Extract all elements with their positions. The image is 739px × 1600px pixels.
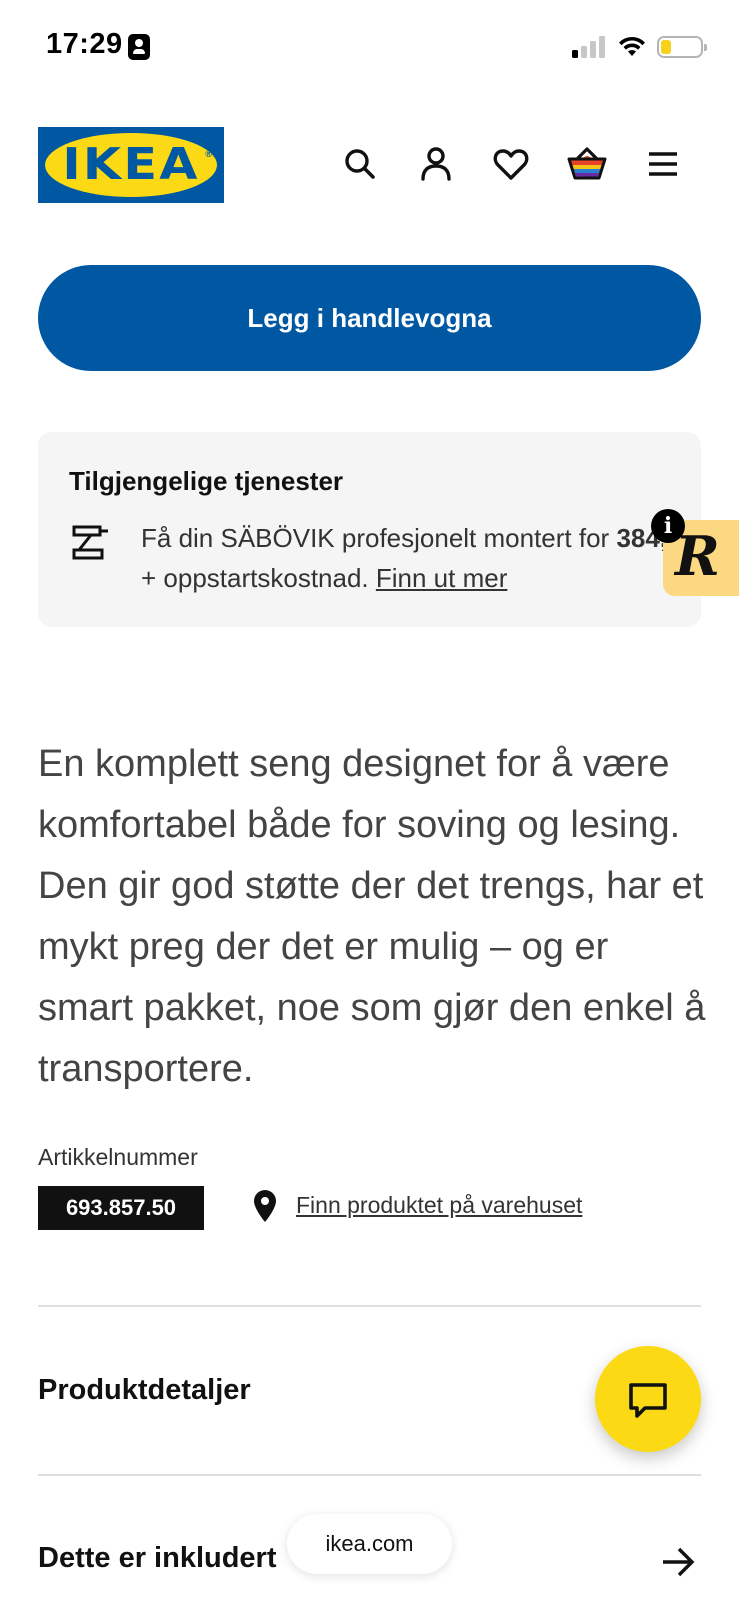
find-in-store-link[interactable]: Finn produktet på varehuset xyxy=(296,1192,582,1219)
article-number-label: Artikkelnummer xyxy=(38,1144,198,1170)
battery-level xyxy=(661,40,671,54)
location-pin-icon xyxy=(250,1189,280,1223)
arrow-right-icon[interactable] xyxy=(660,1545,696,1579)
cellular-signal-icon xyxy=(572,36,606,58)
basket-icon[interactable] xyxy=(564,141,610,187)
learn-more-link[interactable]: Finn ut mer xyxy=(376,563,508,593)
product-details-row[interactable]: Produktdetaljer xyxy=(38,1374,251,1407)
add-to-cart-button[interactable]: Legg i handlevogna xyxy=(38,265,701,371)
ikea-logo[interactable]: IKEA ® xyxy=(38,127,224,203)
browser-url-pill[interactable]: ikea.com xyxy=(287,1514,452,1574)
menu-icon[interactable] xyxy=(640,141,686,187)
article-number-badge: 693.857.50 xyxy=(38,1186,204,1230)
included-items-row[interactable]: Dette er inkludert xyxy=(38,1542,277,1575)
contact-card-icon xyxy=(128,34,150,60)
info-icon[interactable]: i xyxy=(651,509,685,543)
divider xyxy=(38,1474,701,1476)
drill-icon xyxy=(71,522,111,562)
chat-button[interactable] xyxy=(595,1346,701,1452)
status-time: 17:29 xyxy=(46,28,123,60)
status-bar: 17:29 xyxy=(0,0,739,96)
search-icon[interactable] xyxy=(337,141,383,187)
services-card: Tilgjengelige tjenester Få din SÄBÖVIK p… xyxy=(38,432,701,627)
battery-icon xyxy=(657,36,707,58)
product-description: En komplett seng designet for å være kom… xyxy=(38,743,706,1090)
logo-text: IKEA xyxy=(62,139,200,190)
heart-icon[interactable] xyxy=(488,141,534,187)
wifi-icon xyxy=(617,34,647,58)
chat-icon xyxy=(629,1383,667,1418)
services-title: Tilgjengelige tjenester xyxy=(69,466,344,496)
services-description: Få din SÄBÖVIK profesjonelt montert for … xyxy=(141,523,676,593)
account-icon[interactable] xyxy=(413,141,459,187)
divider xyxy=(38,1305,701,1307)
